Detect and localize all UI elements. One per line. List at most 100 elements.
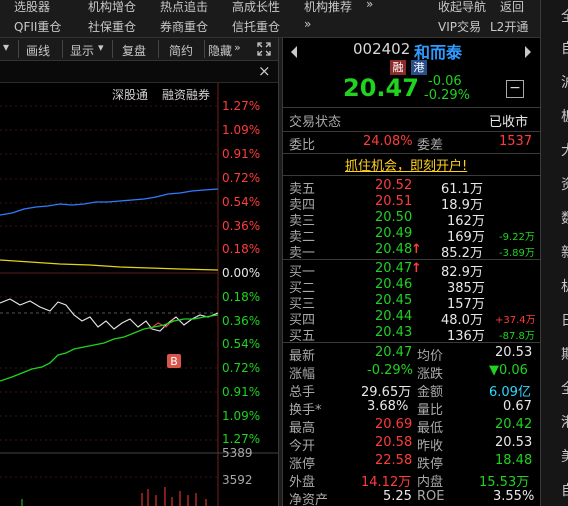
axis-label: 0.91% <box>222 385 261 399</box>
right-nav-strip: 全 自 沪 板 大 资 数 新 机 日 期 全 港 美 自 <box>540 0 568 506</box>
divider <box>62 40 63 58</box>
back-button[interactable]: 返回 <box>500 0 524 15</box>
divider <box>158 40 159 58</box>
stat-value: 20.58 <box>375 435 413 450</box>
strip-item[interactable]: 全 <box>561 378 568 398</box>
stat-value: 3.68% <box>367 399 409 414</box>
fullscreen-icon[interactable] <box>256 41 272 57</box>
ask-price: 20.48 <box>375 242 413 257</box>
ask-row: 卖一 20.48 ↑ 85.2万 -3.89万 <box>283 241 540 261</box>
divider <box>112 40 113 58</box>
bid-price: 20.44 <box>375 309 413 324</box>
volume-axis-label: 5389 <box>222 446 253 460</box>
legend-hk-connect[interactable]: 深股通 <box>112 86 148 103</box>
margin-badge: 融 <box>390 60 406 75</box>
strip-item[interactable]: 资 <box>561 174 568 194</box>
divider <box>204 40 205 58</box>
stat-row: 最新 20.47 均价 20.53 <box>283 344 540 364</box>
strip-item[interactable]: 全 <box>561 6 568 26</box>
dropdown-arrow-icon[interactable]: ▾ <box>3 40 9 54</box>
ask-price: 20.51 <box>375 194 413 209</box>
buy-marker-label: B <box>170 355 178 368</box>
weicha-label: 委差 <box>417 138 444 153</box>
hk-connect-badge: 港 <box>411 60 427 75</box>
price-change-pct: -0.29% <box>424 88 470 103</box>
weicha-value: 1537 <box>499 134 533 149</box>
weibi-label: 委比 <box>289 138 316 153</box>
menu-institution-recommend[interactable]: 机构推荐 <box>304 0 352 15</box>
stat-row: 总手 29.65万 金额 6.09亿 <box>283 380 540 400</box>
strip-item[interactable]: 自 <box>561 480 568 500</box>
l2-open-link[interactable]: L2开通 <box>490 18 528 35</box>
price-change: -0.06 <box>428 74 462 89</box>
axis-label: 1.09% <box>222 409 261 423</box>
strip-item[interactable]: 期 <box>561 344 568 364</box>
stat-value: 0.67 <box>503 399 532 414</box>
stock-code: 002402 <box>353 40 411 58</box>
close-icon[interactable]: × <box>258 62 271 80</box>
menu-stock-picker[interactable]: 选股器 <box>14 0 50 15</box>
vip-trade-link[interactable]: VIP交易 <box>438 18 481 35</box>
menu-qfii[interactable]: QFII重仓 <box>14 18 61 35</box>
chart-toolbar: ▾ 画线 显示 ▾ 复盘 简约 隐藏 » <box>0 38 278 61</box>
menu-trust[interactable]: 信托重仓 <box>232 18 280 35</box>
trade-status-value: 已收市 <box>489 115 529 130</box>
menu-hot-tracking[interactable]: 热点追击 <box>160 0 208 15</box>
ask-change: -3.89万 <box>499 248 535 259</box>
stat-row: 换手* 3.68% 量比 0.67 <box>283 398 540 418</box>
menu-high-growth[interactable]: 高成长性 <box>232 0 280 15</box>
axis-label: 0.18% <box>222 290 261 304</box>
strip-item[interactable]: 机 <box>561 276 568 296</box>
minimize-button[interactable]: − <box>506 80 524 98</box>
hide-button[interactable]: 隐藏 <box>208 42 232 59</box>
stat-value: 20.69 <box>375 417 413 432</box>
stat-value: 18.48 <box>495 453 533 468</box>
simple-button[interactable]: 简约 <box>169 42 193 59</box>
more-chevron-icon[interactable]: » <box>366 0 373 11</box>
collapse-nav-button[interactable]: 收起导航 <box>438 0 486 15</box>
menu-social-security[interactable]: 社保重仓 <box>88 18 136 35</box>
stat-value: 20.42 <box>495 417 533 432</box>
menu-broker[interactable]: 券商重仓 <box>160 18 208 35</box>
stat-value: 20.53 <box>495 435 533 450</box>
axis-label: 0.36% <box>222 314 261 328</box>
strip-item-active[interactable]: 沪 <box>561 72 568 92</box>
bid-row: 买五 20.43 136万 -87.8万 <box>283 324 540 344</box>
strip-item[interactable]: 自 <box>561 38 568 58</box>
prev-stock-icon[interactable] <box>289 44 299 60</box>
more-chevron-icon-2[interactable]: » <box>304 17 311 31</box>
up-arrow-icon: ↑ <box>411 261 422 276</box>
divider <box>18 40 19 58</box>
display-button[interactable]: 显示 <box>70 42 94 59</box>
axis-label: 0.36% <box>222 219 261 233</box>
draw-line-button[interactable]: 画线 <box>26 42 50 59</box>
axis-label: 0.54% <box>222 337 261 351</box>
stat-row: 涨幅 -0.29% 涨跌 ▼0.06 <box>283 362 540 382</box>
menu-institution-increase[interactable]: 机构增仓 <box>88 0 136 15</box>
strip-item[interactable]: 数 <box>561 208 568 228</box>
ask-price: 20.49 <box>375 226 413 241</box>
bid-price: 20.46 <box>375 277 413 292</box>
next-stock-icon[interactable] <box>523 44 533 60</box>
strip-item[interactable]: 日 <box>561 310 568 330</box>
legend-margin-trading[interactable]: 融资融券 <box>162 86 210 103</box>
strip-item[interactable]: 新 <box>561 242 568 262</box>
axis-label: 0.00% <box>222 266 261 280</box>
stat-value: 20.53 <box>495 345 533 360</box>
forward-chevron-icon[interactable]: » <box>234 41 241 54</box>
strip-item[interactable]: 板 <box>561 106 568 126</box>
strip-item[interactable]: 大 <box>561 140 568 160</box>
replay-button[interactable]: 复盘 <box>122 42 146 59</box>
strip-item[interactable]: 港 <box>561 412 568 432</box>
volume-axis-label: 3592 <box>222 473 253 487</box>
axis-label: 0.72% <box>222 361 261 375</box>
weibi-value: 24.08% <box>363 134 413 149</box>
axis-label: 1.09% <box>222 123 261 137</box>
last-price: 20.47 <box>343 74 419 102</box>
display-dropdown-icon[interactable]: ▾ <box>98 41 104 54</box>
trade-status-label: 交易状态 <box>289 115 342 130</box>
stat-row: 今开 20.58 昨收 20.53 <box>283 434 540 454</box>
strip-item[interactable]: 美 <box>561 446 568 466</box>
stat-label: ROE <box>417 489 445 504</box>
open-account-promo-link[interactable]: 抓住机会，即刻开户! <box>345 155 467 174</box>
